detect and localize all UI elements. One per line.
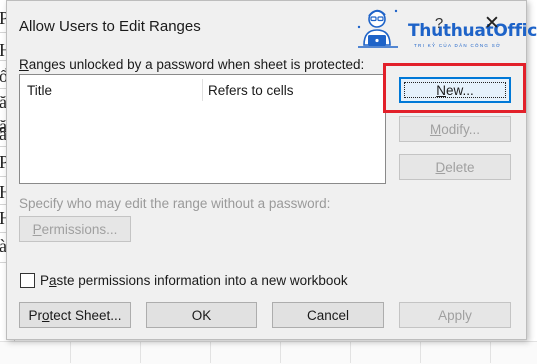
delete-button[interactable]: Delete: [399, 154, 511, 180]
close-button[interactable]: ✕: [481, 13, 503, 35]
column-header-refers-to[interactable]: Refers to cells: [208, 83, 294, 98]
dialog-titlebar[interactable]: Allow Users to Edit Ranges ThuthuatOffic…: [7, 1, 537, 49]
paste-permissions-checkbox[interactable]: [20, 273, 35, 288]
ok-button[interactable]: OK: [146, 302, 257, 328]
allow-users-edit-ranges-dialog: Allow Users to Edit Ranges ThuthuatOffic…: [6, 0, 537, 340]
permissions-button[interactable]: Permissions...: [19, 216, 131, 242]
sheet-grid-row: [0, 341, 537, 364]
specify-label: Specify who may edit the range without a…: [19, 196, 331, 211]
modify-button[interactable]: Modify...: [399, 116, 511, 142]
annotation-highlight: [383, 63, 526, 113]
paste-permissions-label[interactable]: Paste permissions information into a new…: [40, 273, 348, 288]
column-divider[interactable]: [202, 79, 203, 101]
ranges-list[interactable]: Title Refers to cells: [19, 74, 386, 184]
brand-tagline: TRI KỶ CỦA DÂN CÔNG SỞ: [414, 43, 502, 48]
apply-button[interactable]: Apply: [399, 302, 511, 328]
mascot-logo-icon: [357, 9, 398, 48]
brand-wordmark: ThuthuatOffice: [408, 21, 537, 41]
ranges-label: Ranges unlocked by a password when sheet…: [19, 57, 365, 72]
protect-sheet-button[interactable]: Protect Sheet...: [19, 302, 131, 328]
dialog-title: Allow Users to Edit Ranges: [19, 18, 201, 35]
cancel-button[interactable]: Cancel: [272, 302, 384, 328]
help-button[interactable]: ?: [431, 15, 447, 35]
column-header-title[interactable]: Title: [27, 83, 52, 98]
